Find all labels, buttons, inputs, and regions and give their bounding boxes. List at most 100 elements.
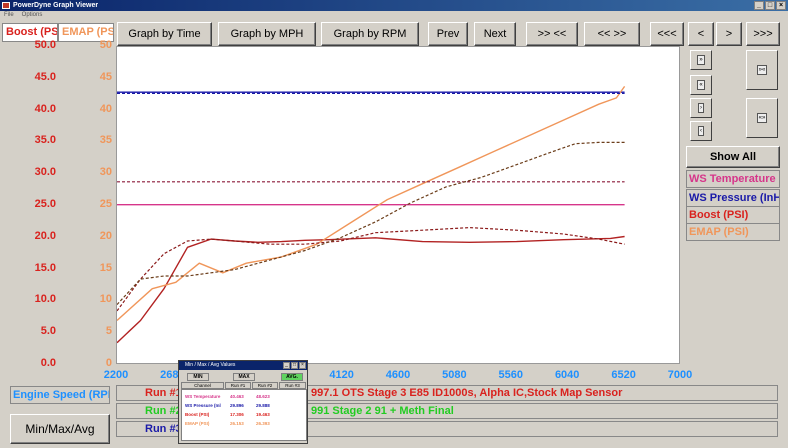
scroll-down-fast-button[interactable]: ‹ bbox=[690, 121, 712, 141]
legend-boost[interactable]: Boost (PSI) bbox=[686, 206, 780, 224]
plot-area[interactable] bbox=[116, 46, 680, 364]
graph-by-time-button[interactable]: Graph by Time bbox=[117, 22, 212, 46]
emap-y-tick: 10 bbox=[99, 293, 112, 306]
window-title: PowerDyne Graph Viewer bbox=[13, 2, 99, 9]
scroll-up-button[interactable]: « bbox=[690, 75, 712, 95]
dialog-header-run3: Run #3 bbox=[279, 382, 306, 389]
vertical-zoom-in-button[interactable]: »« bbox=[746, 50, 778, 90]
x-axis-tick: 6520 bbox=[611, 369, 636, 381]
emap-y-tick: 40 bbox=[99, 102, 112, 115]
emap-y-tick: 0 bbox=[105, 357, 112, 369]
graph-by-mph-button[interactable]: Graph by MPH bbox=[218, 22, 316, 46]
dialog-channel-cell: Boost (PSI) bbox=[185, 412, 210, 417]
boost-y-tick: 45.0 bbox=[34, 70, 56, 83]
series-line-run1-boost-psi bbox=[116, 235, 625, 344]
emap-y-tick: 45 bbox=[99, 70, 112, 83]
dialog-max-tab[interactable]: MAX bbox=[233, 373, 255, 381]
series-line-run1-emap-psi bbox=[116, 85, 626, 322]
x-axis-tick: 6040 bbox=[554, 369, 580, 381]
window-title-bar: PowerDyne Graph Viewer _ □ × bbox=[0, 0, 788, 11]
last-button[interactable]: >>> bbox=[746, 22, 780, 46]
x-axis-tick: 5080 bbox=[442, 369, 467, 381]
legend-ws-temperature[interactable]: WS Temperature (D bbox=[686, 170, 780, 188]
scroll-down-icon: › bbox=[698, 103, 704, 113]
dialog-run2-cell: 29.888 bbox=[256, 403, 270, 408]
dialog-run2-cell: 26.393 bbox=[256, 421, 270, 426]
scroll-down-button[interactable]: › bbox=[690, 98, 712, 118]
dialog-channel-cell: EMAP (PSI) bbox=[185, 421, 210, 426]
dialog-channel-cell: WS Temperature bbox=[185, 394, 221, 399]
vertical-zoom-in-icon: »« bbox=[756, 65, 768, 75]
close-button[interactable]: × bbox=[776, 1, 786, 10]
scroll-up-icon: « bbox=[697, 80, 705, 90]
dialog-channel-cell: WS Pressure (Inl bbox=[185, 403, 221, 408]
dialog-header-run2: Run #2 bbox=[252, 382, 278, 389]
maximize-button[interactable]: □ bbox=[765, 1, 775, 10]
legend-emap[interactable]: EMAP (PSI) bbox=[686, 223, 780, 241]
boost-y-tick: 0.0 bbox=[40, 357, 56, 369]
zoom-in-button[interactable]: >> << bbox=[526, 22, 578, 46]
vertical-zoom-out-button[interactable]: «» bbox=[746, 98, 778, 138]
emap-y-tick: 15 bbox=[99, 261, 112, 274]
menu-file[interactable]: File bbox=[4, 11, 14, 20]
menu-options[interactable]: Options bbox=[22, 11, 43, 20]
dialog-header-channel: Channel bbox=[181, 382, 224, 389]
app-icon bbox=[2, 2, 10, 9]
dialog-run1-cell: 29.896 bbox=[230, 403, 244, 408]
first-button[interactable]: <<< bbox=[650, 22, 684, 46]
x-axis-tick: 4120 bbox=[329, 369, 354, 381]
boost-y-tick: 35.0 bbox=[34, 134, 56, 147]
menu-bar: File Options bbox=[0, 11, 788, 20]
scroll-up-fast-button[interactable]: » bbox=[690, 50, 712, 70]
emap-y-tick: 30 bbox=[99, 166, 112, 179]
prev-button[interactable]: Prev bbox=[428, 22, 468, 46]
run-2-description: 991 Stage 2 91 + Meth Final bbox=[311, 405, 454, 417]
graph-by-rpm-button[interactable]: Graph by RPM bbox=[321, 22, 419, 46]
dialog-close-button[interactable]: × bbox=[299, 362, 306, 369]
x-axis-tick: 5560 bbox=[498, 369, 524, 381]
dialog-values-grid: WS Temperature 40.463 48.623 WS Pressure (I… bbox=[181, 389, 307, 441]
run-3-label: Run #3 bbox=[145, 423, 182, 435]
next-button[interactable]: Next bbox=[474, 22, 516, 46]
vertical-zoom-out-icon: «» bbox=[756, 113, 768, 123]
zoom-out-button[interactable]: << >> bbox=[584, 22, 640, 46]
left-button[interactable]: < bbox=[688, 22, 714, 46]
dialog-title-bar: Min / Max / Avg Values _ □ × bbox=[179, 361, 307, 370]
dialog-avg-tab[interactable]: AVG. bbox=[281, 373, 303, 381]
x-axis-name: Engine Speed (RPM bbox=[10, 386, 110, 404]
x-axis-tick: 2200 bbox=[103, 369, 129, 381]
boost-y-tick: 25.0 bbox=[34, 198, 56, 210]
dialog-header-run1: Run #1 bbox=[225, 382, 251, 389]
run-1-description: 997.1 OTS Stage 3 E85 ID1000s, Alpha IC,… bbox=[311, 387, 623, 399]
dialog-title: Min / Max / Avg Values bbox=[185, 362, 236, 368]
dialog-run2-cell: 48.623 bbox=[256, 394, 270, 399]
min-max-avg-button[interactable]: Min/Max/Avg bbox=[10, 414, 110, 444]
emap-y-tick: 35 bbox=[99, 134, 112, 147]
right-button[interactable]: > bbox=[716, 22, 742, 46]
dialog-run1-cell: 26.153 bbox=[230, 421, 244, 426]
boost-y-tick: 10.0 bbox=[34, 293, 56, 306]
dialog-minimize-button[interactable]: _ bbox=[283, 362, 290, 369]
run-1-label: Run #1 bbox=[145, 387, 182, 399]
emap-y-tick: 20 bbox=[99, 229, 112, 242]
dialog-maximize-button[interactable]: □ bbox=[291, 362, 298, 369]
min-max-avg-dialog: Min / Max / Avg Values _ □ × MIN MAX AVG… bbox=[178, 360, 308, 444]
dialog-min-tab[interactable]: MIN bbox=[187, 373, 209, 381]
boost-y-tick: 40.0 bbox=[34, 102, 56, 115]
boost-y-tick: 15.0 bbox=[34, 261, 56, 274]
dialog-run1-cell: 40.463 bbox=[230, 394, 244, 399]
chart-svg bbox=[116, 85, 626, 344]
boost-y-tick: 20.0 bbox=[34, 229, 56, 242]
emap-y-tick: 25 bbox=[99, 198, 112, 210]
dialog-run1-cell: 17.306 bbox=[230, 412, 244, 417]
scroll-down-fast-icon: ‹ bbox=[698, 126, 704, 136]
boost-y-tick: 5.0 bbox=[40, 325, 56, 338]
x-axis-tick: 4600 bbox=[385, 369, 411, 381]
boost-y-tick: 30.0 bbox=[34, 166, 56, 179]
scroll-up-fast-icon: » bbox=[697, 55, 705, 65]
show-all-button[interactable]: Show All bbox=[686, 146, 780, 168]
series-line-run2-emap-psi bbox=[116, 141, 625, 306]
emap-y-tick: 5 bbox=[105, 325, 112, 338]
legend-ws-pressure[interactable]: WS Pressure (InHg bbox=[686, 189, 780, 207]
minimize-button[interactable]: _ bbox=[754, 1, 764, 10]
